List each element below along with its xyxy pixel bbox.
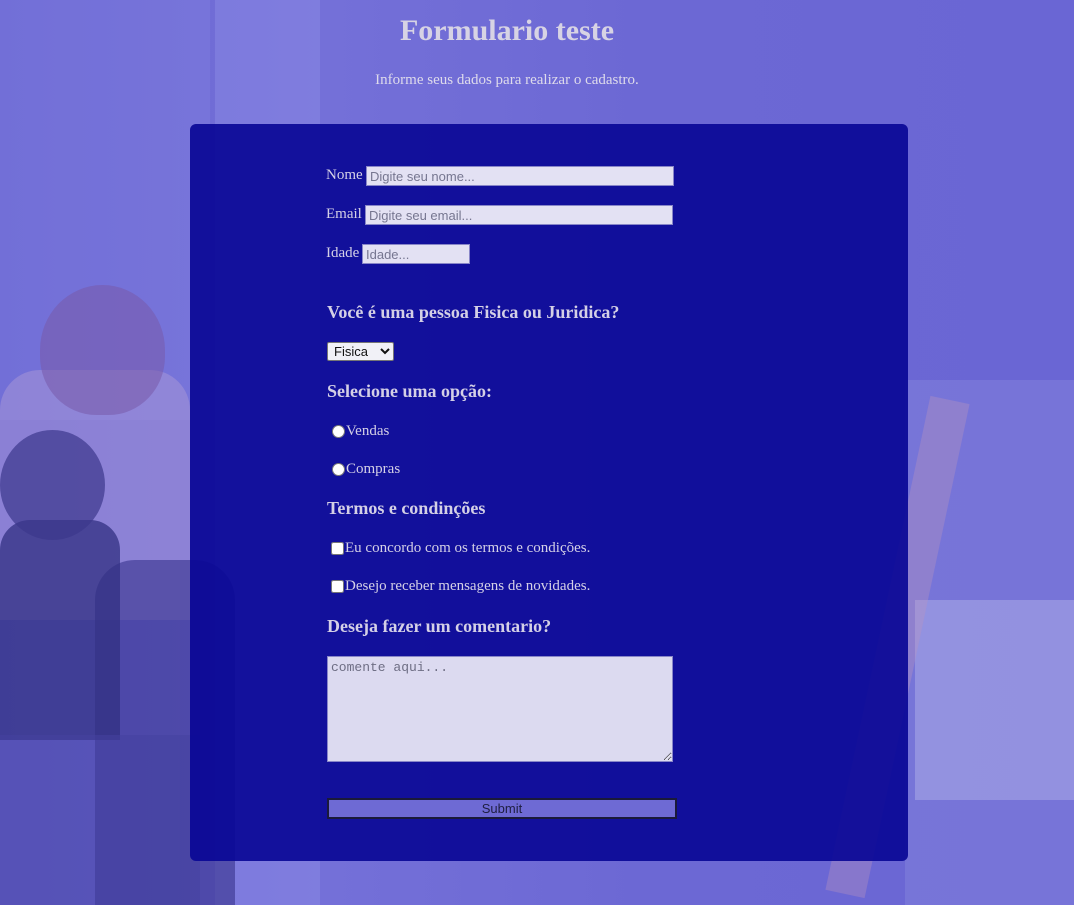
radio-option-compras[interactable]: Compras [332, 461, 400, 478]
person-type-heading: Você é uma pessoa Fisica ou Juridica? [327, 302, 620, 322]
registration-form: Nome Email Idade Você é uma pessoa Fisic… [190, 124, 908, 861]
radio-option-vendas[interactable]: Vendas [332, 423, 389, 440]
submit-button[interactable]: Submit [327, 798, 677, 819]
background-board [915, 600, 1074, 800]
terms-heading: Termos e condinções [327, 498, 486, 518]
terms-agree-checkbox[interactable] [331, 542, 344, 555]
background-person-head [40, 285, 165, 415]
vendas-radio[interactable] [332, 425, 345, 438]
newsletter-checkbox[interactable] [331, 580, 344, 593]
comment-heading: Deseja fazer um comentario? [327, 616, 552, 636]
option-heading: Selecione uma opção: [327, 381, 492, 401]
name-input[interactable] [366, 166, 674, 186]
terms-agree-label: Eu concordo com os termos e condições. [345, 540, 591, 556]
name-label: Nome [326, 167, 363, 183]
age-input[interactable] [362, 244, 470, 264]
compras-label: Compras [346, 461, 401, 477]
age-label: Idade [326, 245, 360, 261]
comment-textarea[interactable] [327, 656, 673, 762]
person-type-select[interactable]: Fisica [327, 342, 394, 361]
newsletter-row[interactable]: Desejo receber mensagens de novidades. [331, 578, 590, 595]
newsletter-label: Desejo receber mensagens de novidades. [345, 578, 591, 594]
background-person-head [0, 430, 105, 540]
terms-agree-row[interactable]: Eu concordo com os termos e condições. [331, 540, 590, 557]
page-title: Formulario teste [399, 14, 615, 47]
page-subtitle: Informe seus dados para realizar o cadas… [375, 72, 639, 88]
vendas-label: Vendas [346, 423, 390, 439]
compras-radio[interactable] [332, 463, 345, 476]
email-label: Email [326, 206, 362, 222]
email-input[interactable] [365, 205, 673, 225]
background-chair [0, 735, 200, 905]
background-person [0, 520, 120, 740]
